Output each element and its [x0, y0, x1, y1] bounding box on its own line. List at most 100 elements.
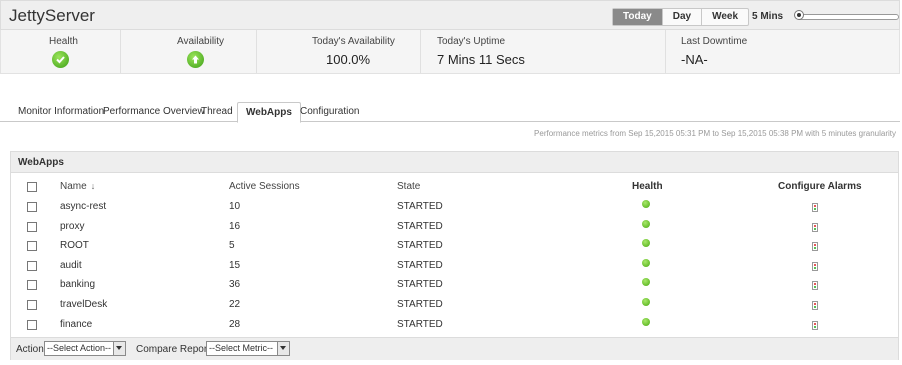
table-row: audit 15 STARTED	[11, 256, 898, 276]
monitor-header: JettyServer Today Day Week 5 Mins	[0, 0, 900, 30]
table-header-row: Name ↓ Active Sessions State Health Confi…	[11, 177, 898, 197]
column-name-label: Name	[60, 181, 87, 192]
configure-alarm-icon[interactable]	[812, 262, 818, 271]
column-alarms-header: Configure Alarms	[778, 181, 862, 192]
last-downtime-cell: Last Downtime -NA-	[666, 30, 901, 73]
last-downtime-label: Last Downtime	[681, 36, 748, 47]
period-today-button[interactable]: Today	[613, 9, 663, 25]
interval-slider-handle[interactable]	[794, 10, 804, 20]
configure-alarm-icon[interactable]	[812, 242, 818, 251]
webapp-name[interactable]: banking	[60, 279, 95, 290]
availability-label: Availability	[177, 36, 225, 47]
todays-availability-label: Today's Availability	[312, 36, 395, 47]
todays-availability-value: 100.0%	[326, 52, 371, 67]
webapp-sessions: 5	[229, 240, 235, 251]
webapp-sessions: 15	[229, 260, 241, 271]
chevron-down-icon[interactable]	[277, 342, 289, 355]
availability-up-icon[interactable]	[187, 51, 204, 68]
health-cell: Health	[1, 30, 121, 73]
webapp-name[interactable]: async-rest	[60, 201, 106, 212]
table-row: finance 28 STARTED	[11, 315, 898, 335]
column-sessions-header[interactable]: Active Sessions	[229, 181, 300, 192]
webapp-name[interactable]: finance	[60, 319, 92, 330]
health-ok-icon[interactable]	[52, 51, 69, 68]
row-checkbox[interactable]	[27, 241, 37, 251]
table-row: ROOT 5 STARTED	[11, 236, 898, 256]
webapp-sessions: 22	[229, 299, 241, 310]
table-row: travelDesk 22 STARTED	[11, 295, 898, 315]
webapp-state: STARTED	[397, 279, 443, 290]
panel-footer: Action --Select Action-- Compare Reports…	[11, 337, 898, 360]
action-select-value: --Select Action--	[47, 343, 112, 353]
configure-alarm-icon[interactable]	[812, 223, 818, 232]
webapp-name[interactable]: proxy	[60, 221, 84, 232]
configure-alarm-icon[interactable]	[812, 203, 818, 212]
health-label: Health	[49, 36, 78, 47]
webapp-name[interactable]: audit	[60, 260, 82, 271]
table-row: proxy 16 STARTED	[11, 217, 898, 237]
health-status-icon[interactable]	[642, 278, 650, 286]
configure-alarm-icon[interactable]	[812, 301, 818, 310]
interval-label: 5 Mins	[752, 11, 784, 22]
chevron-down-icon[interactable]	[113, 342, 125, 355]
todays-uptime-cell: Today's Uptime 7 Mins 11 Secs	[421, 30, 666, 73]
webapp-state: STARTED	[397, 299, 443, 310]
webapp-sessions: 28	[229, 319, 241, 330]
table-row: banking 36 STARTED	[11, 275, 898, 295]
period-week-button[interactable]: Week	[702, 9, 748, 25]
health-status-icon[interactable]	[642, 298, 650, 306]
webapp-sessions: 10	[229, 201, 241, 212]
webapp-state: STARTED	[397, 221, 443, 232]
table-row: async-rest 10 STARTED	[11, 197, 898, 217]
sort-arrow-icon[interactable]: ↓	[91, 181, 96, 191]
compare-reports-label: Compare Reports	[136, 344, 215, 355]
webapps-panel-title: WebApps	[18, 157, 64, 168]
performance-range-note: Performance metrics from Sep 15,2015 05:…	[534, 129, 896, 138]
webapp-sessions: 16	[229, 221, 241, 232]
health-status-icon[interactable]	[642, 259, 650, 267]
webapps-panel-header: WebApps	[11, 152, 898, 173]
action-label: Action	[16, 344, 44, 355]
availability-cell: Availability	[121, 30, 257, 73]
health-status-icon[interactable]	[642, 239, 650, 247]
webapp-state: STARTED	[397, 201, 443, 212]
health-status-icon[interactable]	[642, 200, 650, 208]
configure-alarm-icon[interactable]	[812, 321, 818, 330]
period-selector: Today Day Week	[612, 8, 750, 26]
column-name-header[interactable]: Name ↓	[60, 181, 95, 192]
action-select[interactable]: --Select Action--	[44, 341, 126, 356]
row-checkbox[interactable]	[27, 280, 37, 290]
interval-slider[interactable]	[797, 14, 899, 20]
column-state-header[interactable]: State	[397, 181, 420, 192]
tab-webapps[interactable]: WebApps	[237, 102, 301, 123]
webapp-state: STARTED	[397, 260, 443, 271]
health-status-icon[interactable]	[642, 220, 650, 228]
configure-alarm-icon[interactable]	[812, 281, 818, 290]
tab-thread[interactable]: Thread	[201, 106, 233, 117]
webapp-sessions: 36	[229, 279, 241, 290]
row-checkbox[interactable]	[27, 300, 37, 310]
compare-metric-select[interactable]: --Select Metric--	[206, 341, 290, 356]
todays-uptime-label: Today's Uptime	[437, 36, 506, 47]
row-checkbox[interactable]	[27, 222, 37, 232]
tab-monitor-information[interactable]: Monitor Information	[18, 106, 104, 117]
row-checkbox[interactable]	[27, 320, 37, 330]
tab-configuration[interactable]: Configuration	[300, 106, 359, 117]
health-status-icon[interactable]	[642, 318, 650, 326]
row-checkbox[interactable]	[27, 202, 37, 212]
tab-performance-overview[interactable]: Performance Overview	[103, 106, 205, 117]
todays-availability-cell: Today's Availability 100.0%	[257, 30, 421, 73]
webapp-name[interactable]: travelDesk	[60, 299, 107, 310]
column-health-header: Health	[632, 181, 663, 192]
compare-select-value: --Select Metric--	[209, 343, 274, 353]
webapp-name[interactable]: ROOT	[60, 240, 89, 251]
select-all-checkbox[interactable]	[27, 182, 37, 192]
period-day-button[interactable]: Day	[663, 9, 703, 25]
todays-uptime-value: 7 Mins 11 Secs	[437, 52, 525, 67]
webapps-panel: WebApps Name ↓ Active Sessions State Heal…	[10, 151, 899, 360]
row-checkbox[interactable]	[27, 261, 37, 271]
monitor-title: JettyServer	[9, 6, 95, 25]
monitor-tabs: Monitor Information Performance Overview…	[0, 102, 900, 123]
webapp-state: STARTED	[397, 240, 443, 251]
summary-strip: Health Availability Today's Availability…	[0, 30, 900, 74]
